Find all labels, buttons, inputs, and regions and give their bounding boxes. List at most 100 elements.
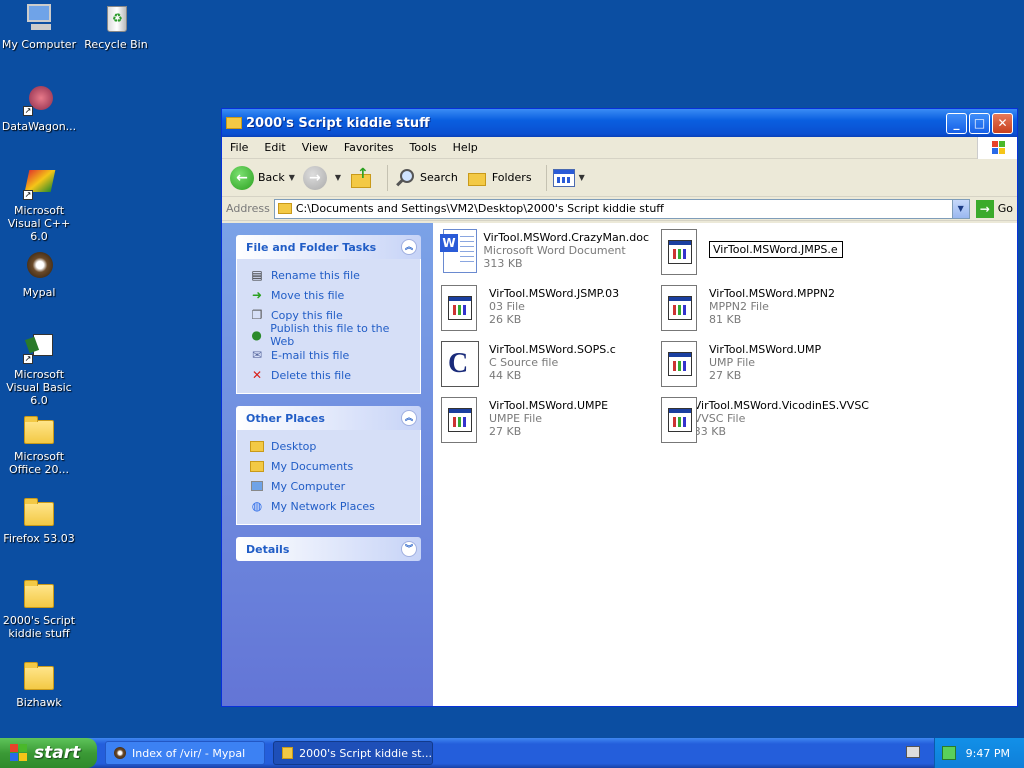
file-size: 33 KB bbox=[693, 425, 727, 438]
taskbar-button-label: Index of /vir/ - Mypal bbox=[132, 746, 246, 760]
keyboard-icon[interactable] bbox=[906, 746, 920, 758]
desktop-icon-label: Microsoft Visual C++ 6.0 bbox=[7, 204, 71, 243]
file-item[interactable]: VirTool.MSWord.UMPE UMPE File 27 KB bbox=[439, 397, 649, 449]
panel-header[interactable]: Details ︾ bbox=[236, 537, 421, 561]
menu-file[interactable]: File bbox=[222, 141, 256, 154]
folder-icon bbox=[249, 438, 265, 454]
network-icon[interactable] bbox=[941, 746, 956, 760]
file-item[interactable]: VirTool.MSWord.UMP UMP File 27 KB bbox=[659, 341, 869, 393]
file-size: 27 KB bbox=[489, 425, 522, 438]
desktop-icon-visual-basic[interactable]: ↗ Microsoft Visual Basic 6.0 bbox=[0, 332, 78, 407]
place-network[interactable]: ◍ My Network Places bbox=[249, 496, 410, 516]
folder-icon bbox=[226, 117, 242, 129]
folders-button[interactable]: Folders bbox=[466, 169, 532, 187]
desktop-icon-datawagon[interactable]: ↗ DataWagon... bbox=[0, 84, 78, 133]
chevron-down-icon[interactable]: ▼ bbox=[579, 173, 585, 182]
maximize-button[interactable]: □ bbox=[969, 113, 990, 134]
window-content: File and Folder Tasks ︽ ▤ Rename this fi… bbox=[222, 223, 1017, 706]
panel-title: Details bbox=[246, 542, 290, 556]
task-rename[interactable]: ▤ Rename this file bbox=[249, 265, 410, 285]
up-button[interactable]: ↑ bbox=[349, 166, 373, 190]
email-icon: ✉ bbox=[251, 348, 263, 362]
file-name: VirTool.MSWord.UMP bbox=[709, 343, 822, 356]
desktop-icon-office[interactable]: Microsoft Office 20... bbox=[0, 414, 78, 476]
desktop-icon-my-computer[interactable]: My Computer bbox=[0, 2, 78, 51]
file-item[interactable]: VirTool.MSWord.JSMP.03 03 File 26 KB bbox=[439, 285, 649, 337]
collapse-icon[interactable]: ︽ bbox=[401, 239, 417, 255]
close-button[interactable]: ✕ bbox=[992, 113, 1013, 134]
minimize-button[interactable]: _ bbox=[946, 113, 967, 134]
taskbar-button-mypal[interactable]: Index of /vir/ - Mypal bbox=[105, 741, 265, 765]
place-desktop[interactable]: Desktop bbox=[249, 436, 410, 456]
mypal-icon bbox=[114, 747, 126, 759]
word-doc-icon: W bbox=[439, 229, 477, 277]
place-my-computer[interactable]: My Computer bbox=[249, 476, 410, 496]
search-button[interactable]: Search bbox=[394, 167, 458, 189]
desktop-icon-bizhawk[interactable]: Bizhawk bbox=[0, 660, 78, 709]
clock[interactable]: 9:47 PM bbox=[966, 747, 1010, 760]
file-size: 313 KB bbox=[483, 257, 523, 270]
back-arrow-icon: ← bbox=[230, 165, 254, 190]
panel-header[interactable]: Other Places ︽ bbox=[236, 406, 421, 430]
start-button[interactable]: start bbox=[0, 738, 97, 768]
file-type: UMPE File bbox=[489, 412, 543, 425]
place-my-documents[interactable]: My Documents bbox=[249, 456, 410, 476]
panel-header[interactable]: File and Folder Tasks ︽ bbox=[236, 235, 421, 259]
desktop-icon-label: 2000's Script kiddie stuff bbox=[2, 614, 76, 640]
expand-icon[interactable]: ︾ bbox=[401, 541, 417, 557]
file-size: 44 KB bbox=[489, 369, 522, 382]
rename-input[interactable]: VirTool.MSWord.JMPS.e bbox=[709, 241, 843, 258]
task-email[interactable]: ✉ E-mail this file bbox=[249, 345, 410, 365]
chevron-down-icon[interactable]: ▼ bbox=[289, 173, 295, 182]
menu-edit[interactable]: Edit bbox=[256, 141, 293, 154]
search-label: Search bbox=[420, 171, 458, 184]
file-item[interactable]: C VirTool.MSWord.SOPS.c C Source file 44… bbox=[439, 341, 649, 393]
file-type: MPPN2 File bbox=[709, 300, 769, 313]
task-label: Copy this file bbox=[271, 308, 343, 322]
go-button[interactable]: → Go bbox=[975, 199, 1013, 218]
task-label: Move this file bbox=[271, 288, 345, 302]
globe-icon: ● bbox=[251, 328, 262, 342]
collapse-icon[interactable]: ︽ bbox=[401, 410, 417, 426]
desktop-icon-firefox[interactable]: Firefox 53.03 bbox=[0, 496, 78, 545]
window-title: 2000's Script kiddie stuff bbox=[246, 115, 430, 131]
task-delete[interactable]: ✕ Delete this file bbox=[249, 365, 410, 385]
documents-folder-icon bbox=[249, 458, 265, 474]
windows-logo-icon bbox=[977, 137, 1017, 159]
move-icon: ➜ bbox=[251, 288, 263, 302]
address-input[interactable]: C:\Documents and Settings\VM2\Desktop\20… bbox=[273, 198, 970, 219]
task-publish[interactable]: ● Publish this file to the Web bbox=[249, 322, 410, 348]
chevron-down-icon[interactable]: ▼ bbox=[951, 199, 969, 218]
forward-button[interactable]: → ▼ bbox=[302, 165, 341, 190]
task-label: Delete this file bbox=[271, 368, 351, 382]
menu-favorites[interactable]: Favorites bbox=[336, 141, 402, 154]
generic-file-icon bbox=[439, 397, 479, 445]
menu-tools[interactable]: Tools bbox=[402, 141, 445, 154]
chevron-down-icon[interactable]: ▼ bbox=[335, 173, 341, 182]
file-item-renaming[interactable]: VirTool.MSWord.JMPS.e bbox=[659, 229, 869, 281]
menu-help[interactable]: Help bbox=[445, 141, 486, 154]
title-bar[interactable]: 2000's Script kiddie stuff _ □ ✕ bbox=[222, 109, 1017, 137]
desktop-icon-recycle-bin[interactable]: ♻ Recycle Bin bbox=[77, 2, 155, 51]
panel-title: Other Places bbox=[246, 411, 325, 425]
views-button[interactable]: ▼ bbox=[552, 168, 585, 187]
menu-view[interactable]: View bbox=[294, 141, 336, 154]
start-label: start bbox=[34, 743, 81, 763]
desktop-icon-label: Microsoft Visual Basic 6.0 bbox=[6, 368, 72, 407]
desktop-icon-script-kiddie[interactable]: 2000's Script kiddie stuff bbox=[0, 578, 78, 640]
toolbar-separator bbox=[387, 164, 389, 191]
task-move[interactable]: ➜ Move this file bbox=[249, 285, 410, 305]
forward-arrow-icon: → bbox=[302, 165, 327, 190]
desktop-icon-visual-cpp[interactable]: ↗ Microsoft Visual C++ 6.0 bbox=[0, 168, 78, 243]
file-name: VirTool.MSWord.JSMP.03 bbox=[489, 287, 620, 300]
taskbar-button-explorer[interactable]: 2000's Script kiddie st... bbox=[273, 741, 433, 765]
file-item[interactable]: VirTool.MSWord.VicodinES.VVSC VVSC File … bbox=[659, 397, 869, 449]
place-label: My Computer bbox=[271, 479, 346, 493]
back-button[interactable]: ← Back ▼ bbox=[230, 165, 295, 190]
file-item[interactable]: W VirTool.MSWord.CrazyMan.doc Microsoft … bbox=[439, 229, 649, 281]
go-arrow-icon: → bbox=[975, 199, 994, 218]
task-label: E-mail this file bbox=[271, 348, 350, 362]
desktop-icon-label: Recycle Bin bbox=[84, 38, 148, 51]
file-item[interactable]: VirTool.MSWord.MPPN2 MPPN2 File 81 KB bbox=[659, 285, 869, 337]
desktop-icon-mypal[interactable]: Mypal bbox=[0, 250, 78, 299]
